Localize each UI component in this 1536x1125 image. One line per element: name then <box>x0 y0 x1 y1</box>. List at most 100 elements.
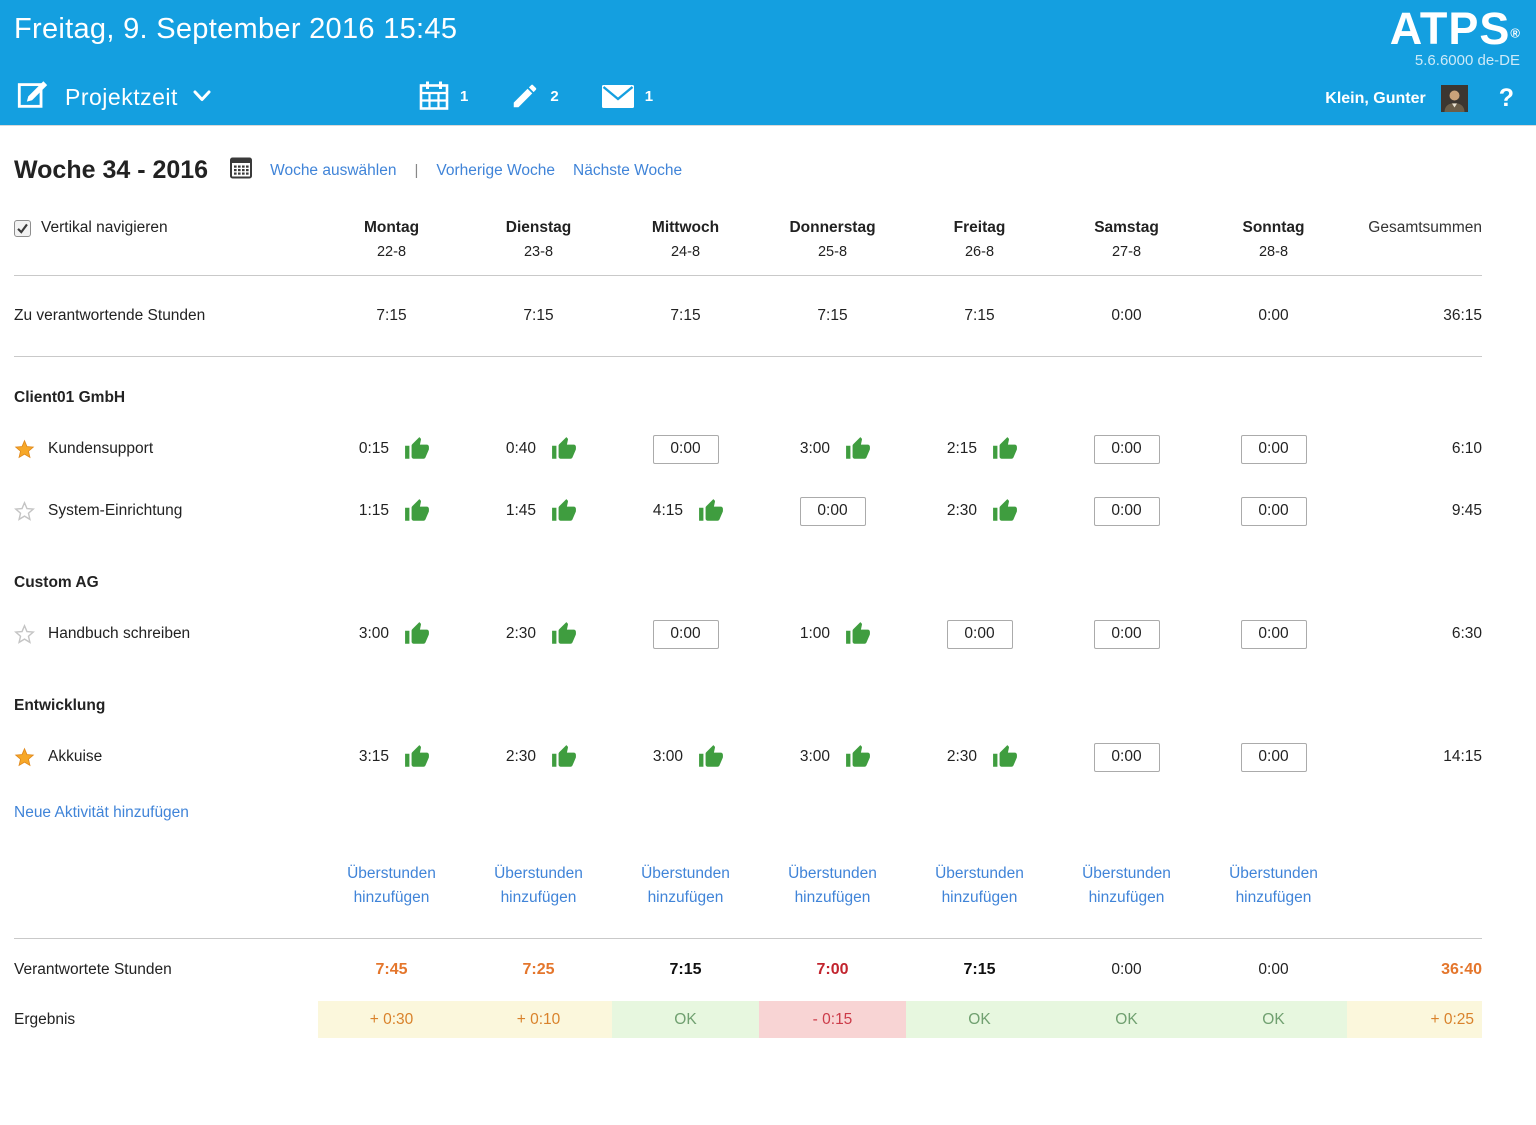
target-value: 7:15 <box>465 307 612 325</box>
time-value: 3:00 <box>794 748 830 766</box>
edits-badge-count: 2 <box>550 88 558 105</box>
target-value: 7:15 <box>759 307 906 325</box>
time-cell: 2:15 <box>906 436 1053 462</box>
thumbs-up-icon[interactable] <box>551 744 577 770</box>
target-value: 0:00 <box>1053 307 1200 325</box>
project-group-header: Client01 GmbH <box>14 378 1536 418</box>
time-input[interactable] <box>1241 497 1307 526</box>
activity-name: Handbuch schreiben <box>48 625 190 643</box>
current-datetime: Freitag, 9. September 2016 15:45 <box>14 13 457 46</box>
time-cell: 2:30 <box>906 744 1053 770</box>
target-value: 0:00 <box>1200 307 1347 325</box>
overtime-cell: Überstundenhinzufügen <box>465 862 612 910</box>
thumbs-up-icon[interactable] <box>404 621 430 647</box>
activity-total: 6:10 <box>1347 440 1482 458</box>
result-value: + 0:30 <box>318 1001 465 1038</box>
overtime-line1: Überstunden <box>347 865 436 882</box>
toolbar-divider: | <box>414 162 418 179</box>
overtime-line2: hinzufügen <box>648 889 724 906</box>
add-overtime-link[interactable]: Überstundenhinzufügen <box>935 862 1024 910</box>
previous-week-link[interactable]: Vorherige Woche <box>436 162 555 180</box>
add-overtime-link[interactable]: Überstundenhinzufügen <box>1229 862 1318 910</box>
target-total: 36:15 <box>1347 307 1482 325</box>
favorite-star-icon[interactable] <box>14 624 35 645</box>
time-cell: 1:15 <box>318 498 465 524</box>
overtime-cell: Überstundenhinzufügen <box>906 862 1053 910</box>
time-input[interactable] <box>653 620 719 649</box>
favorite-star-icon[interactable] <box>14 439 35 460</box>
mail-badge-count: 1 <box>645 88 653 105</box>
vertical-nav-toggle: Vertikal navigieren <box>14 219 318 237</box>
activity-name: System-Einrichtung <box>48 502 182 520</box>
time-input[interactable] <box>1094 435 1160 464</box>
add-overtime-link[interactable]: Überstunden hinzufügen <box>641 862 730 910</box>
thumbs-up-icon[interactable] <box>551 621 577 647</box>
overtime-line1: Überstunden <box>641 865 730 882</box>
separator <box>14 356 1482 357</box>
time-input[interactable] <box>800 497 866 526</box>
thumbs-up-icon[interactable] <box>404 744 430 770</box>
user-name[interactable]: Klein, Gunter <box>1325 90 1425 108</box>
actual-value: 7:15 <box>612 961 759 979</box>
edits-badge[interactable]: 2 <box>510 81 558 111</box>
add-overtime-link[interactable]: Überstundenhinzufügen <box>1082 862 1171 910</box>
time-input[interactable] <box>1241 620 1307 649</box>
help-button[interactable]: ? <box>1499 84 1514 113</box>
time-cell: 3:00 <box>612 744 759 770</box>
mail-badge[interactable]: 1 <box>601 84 653 109</box>
favorite-star-icon[interactable] <box>14 747 35 768</box>
thumbs-up-icon[interactable] <box>845 621 871 647</box>
time-cell: 2:30 <box>465 621 612 647</box>
add-overtime-link[interactable]: Überstundenhinzufügen <box>494 862 583 910</box>
thumbs-up-icon[interactable] <box>698 744 724 770</box>
day-header: Mittwoch24-8 <box>612 219 759 260</box>
time-value: 2:30 <box>941 502 977 520</box>
day-date: 25-8 <box>759 244 906 260</box>
thumbs-up-icon[interactable] <box>992 498 1018 524</box>
time-input[interactable] <box>1094 743 1160 772</box>
week-picker-icon[interactable] <box>230 157 252 184</box>
time-value: 3:00 <box>647 748 683 766</box>
activity-total: 9:45 <box>1347 502 1482 520</box>
time-input[interactable] <box>1241 743 1307 772</box>
thumbs-up-icon[interactable] <box>551 436 577 462</box>
overtime-line1: Überstunden <box>1082 865 1171 882</box>
add-overtime-link[interactable]: Überstundenhinzufügen <box>788 862 877 910</box>
time-cell <box>1053 435 1200 464</box>
time-input[interactable] <box>947 620 1013 649</box>
chevron-down-icon <box>193 89 211 107</box>
add-activity-link[interactable]: Neue Aktivität hinzufügen <box>14 804 189 822</box>
thumbs-up-icon[interactable] <box>992 744 1018 770</box>
thumbs-up-icon[interactable] <box>845 744 871 770</box>
time-cell: 1:45 <box>465 498 612 524</box>
favorite-star-icon[interactable] <box>14 501 35 522</box>
thumbs-up-icon[interactable] <box>698 498 724 524</box>
thumbs-up-icon[interactable] <box>845 436 871 462</box>
time-cell <box>612 620 759 649</box>
select-week-link[interactable]: Woche auswählen <box>270 162 396 180</box>
user-avatar[interactable] <box>1441 85 1468 112</box>
time-input[interactable] <box>653 435 719 464</box>
thumbs-up-icon[interactable] <box>992 436 1018 462</box>
overtime-line2: hinzufügen <box>1236 889 1312 906</box>
calendar-badge[interactable]: 1 <box>418 80 468 112</box>
day-name: Dienstag <box>465 219 612 237</box>
thumbs-up-icon[interactable] <box>551 498 577 524</box>
time-cell: 0:40 <box>465 436 612 462</box>
time-cell: 3:00 <box>318 621 465 647</box>
time-input[interactable] <box>1241 435 1307 464</box>
actual-value: 7:45 <box>318 961 465 979</box>
logo-text: ATPS <box>1390 3 1511 54</box>
main-content: Woche 34 - 2016 Woche auswählen | Vorher… <box>0 156 1536 1038</box>
vertical-nav-checkbox[interactable] <box>14 220 31 237</box>
activity-row: Akkuise 3:15 2:30 3:00 3:00 2:30 14:15 <box>14 726 1482 788</box>
overtime-cell: Überstundenhinzufügen <box>1200 862 1347 910</box>
thumbs-up-icon[interactable] <box>404 436 430 462</box>
add-overtime-link[interactable]: Überstundenhinzufügen <box>347 862 436 910</box>
next-week-link[interactable]: Nächste Woche <box>573 162 682 180</box>
time-input[interactable] <box>1094 620 1160 649</box>
time-input[interactable] <box>1094 497 1160 526</box>
module-selector[interactable]: Projektzeit <box>16 78 211 117</box>
thumbs-up-icon[interactable] <box>404 498 430 524</box>
day-header: Sonntag28-8 <box>1200 219 1347 260</box>
